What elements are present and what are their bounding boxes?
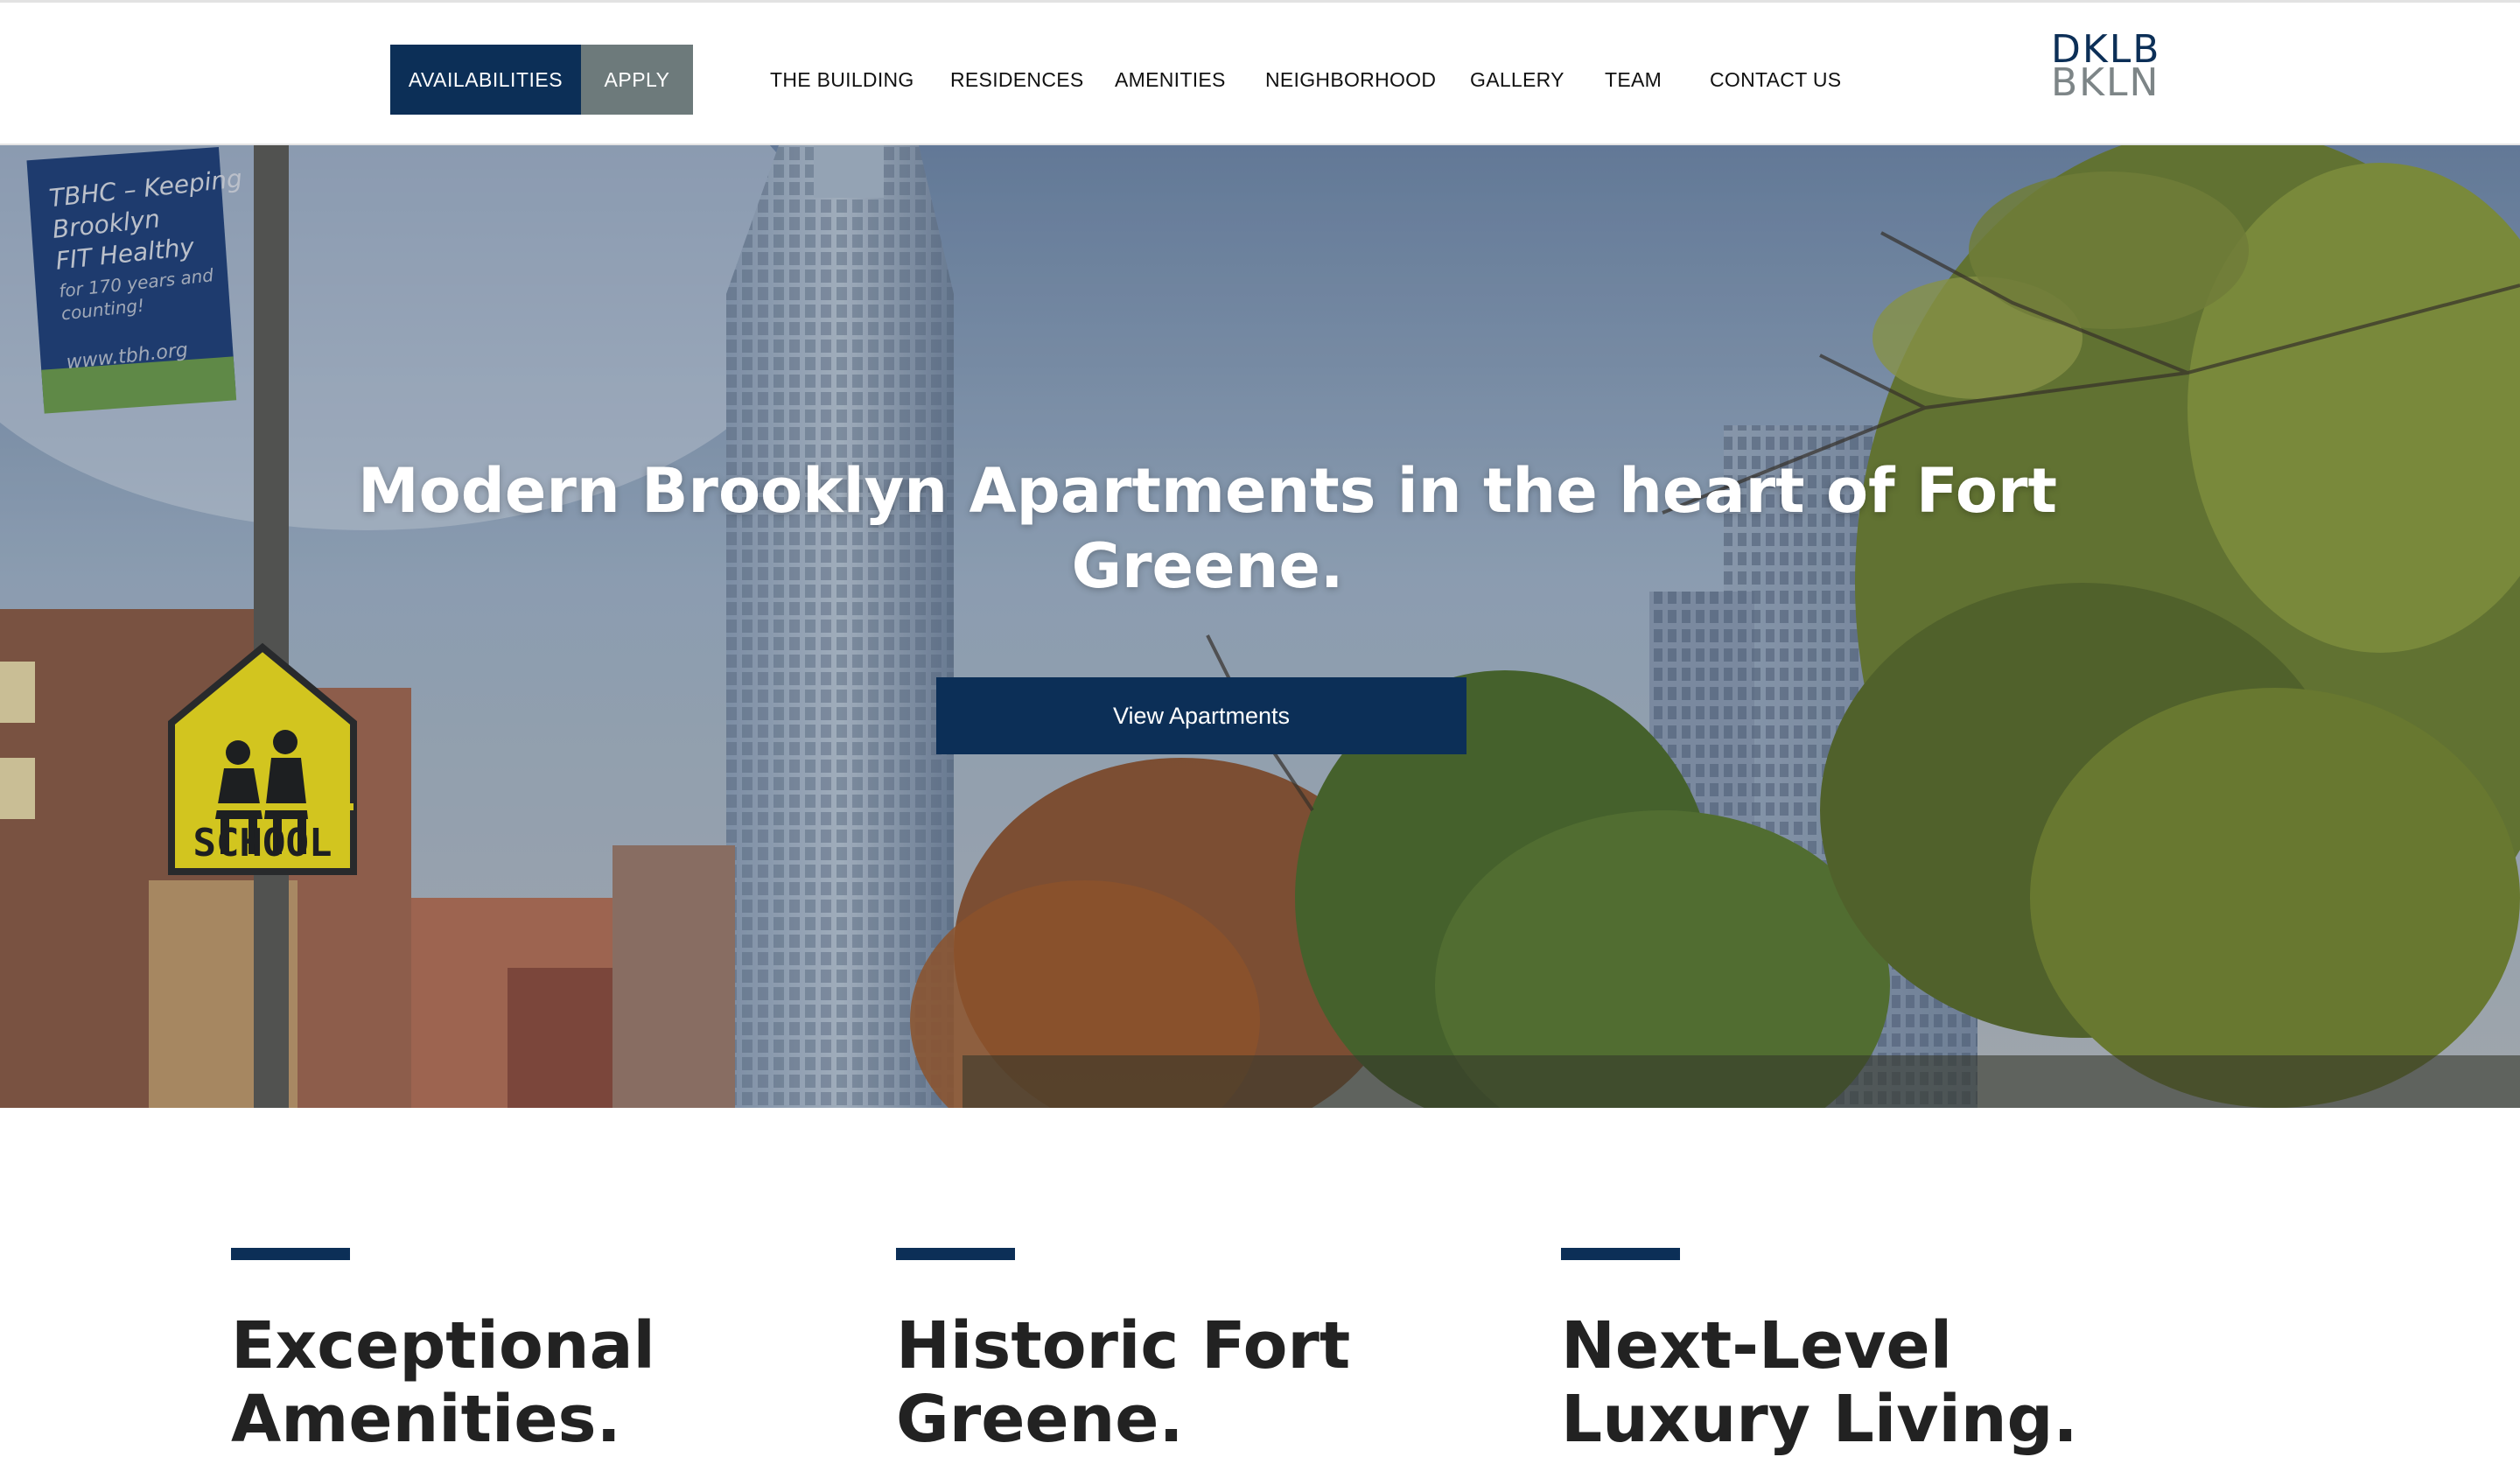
feature-fort-greene: Historic Fort Greene. [896, 1248, 1508, 1456]
nav-item-residences[interactable]: RESIDENCES [950, 45, 1084, 115]
nav-item-neighborhood[interactable]: NEIGHBORHOOD [1265, 45, 1436, 115]
hero-title: Modern Brooklyn Apartments in the heart … [358, 455, 2057, 602]
site-logo[interactable]: DKLB BKLN [2051, 31, 2174, 105]
hero-section: TBHC – Keeping Brooklyn FIT Healthy for … [0, 145, 2520, 1108]
feature-title: Historic Fort Greene. [896, 1308, 1351, 1457]
nav-item-amenities[interactable]: AMENITIES [1115, 45, 1226, 115]
nav-item-team[interactable]: TEAM [1605, 45, 1662, 115]
feature-luxury-living: Next-Level Luxury Living. [1561, 1248, 2174, 1456]
nav-item-gallery[interactable]: GALLERY [1470, 45, 1564, 115]
feature-accent-bar [896, 1248, 1015, 1260]
logo-line-2: BKLN [2051, 60, 2160, 105]
feature-amenities: Exceptional Amenities. [231, 1248, 844, 1456]
hero-background-photo: TBHC – Keeping Brooklyn FIT Healthy for … [0, 145, 2520, 1108]
feature-accent-bar [231, 1248, 350, 1260]
nav-item-the-building[interactable]: THE BUILDING [770, 45, 914, 115]
feature-title: Next-Level Luxury Living. [1561, 1308, 2078, 1457]
feature-title: Exceptional Amenities. [231, 1308, 655, 1457]
feature-accent-bar [1561, 1248, 1680, 1260]
view-apartments-button[interactable]: View Apartments [936, 677, 1466, 754]
site-header: AVAILABILITIES APPLY THE BUILDING RESIDE… [0, 0, 2520, 145]
nav-item-contact-us[interactable]: CONTACT US [1710, 45, 1841, 115]
